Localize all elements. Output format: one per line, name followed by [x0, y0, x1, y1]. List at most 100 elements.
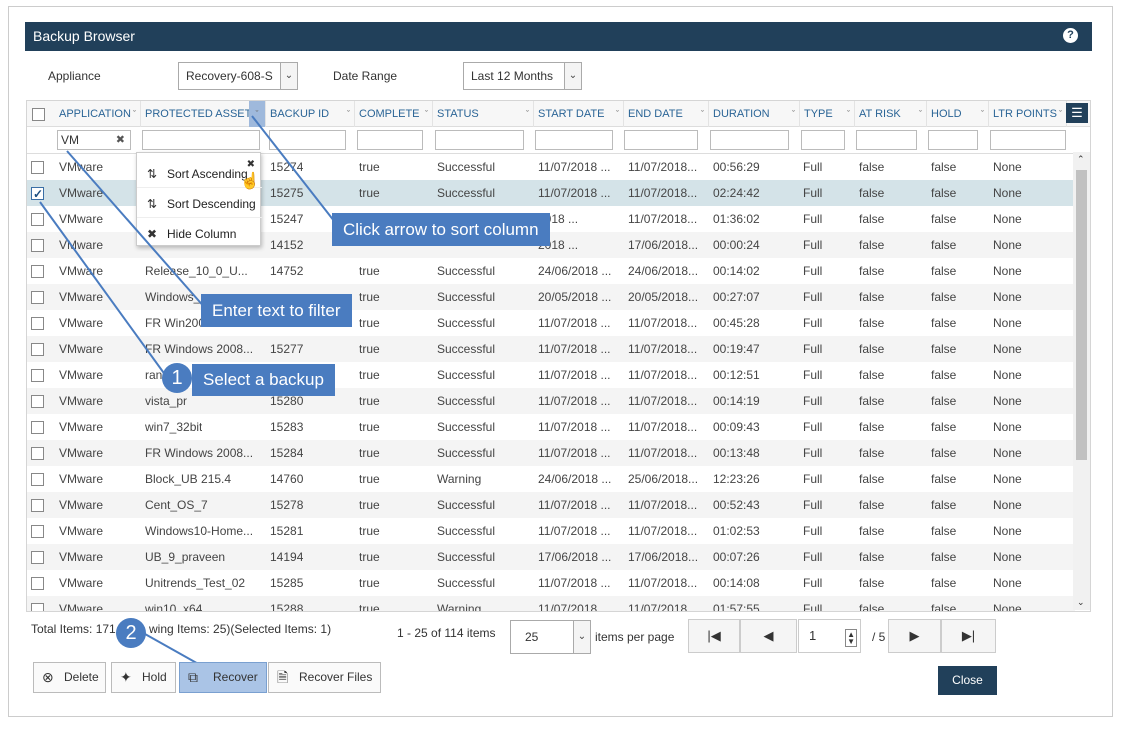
row-checkbox[interactable] [31, 603, 44, 611]
hold-button[interactable]: ✦ Hold [111, 662, 176, 693]
page-size-select[interactable]: 25 ⌄ [510, 620, 591, 654]
end-date-filter-input[interactable] [624, 130, 698, 150]
sort-descending-item[interactable]: ⇅ Sort Descending [137, 190, 262, 218]
chevron-down-icon[interactable]: ˇ [249, 101, 265, 127]
table-row[interactable]: VMware Release_10_0_U... 14752 true Successf… [27, 258, 1075, 284]
table-row[interactable]: VMware win10_x64 15288 true Warning 11/07/201… [27, 596, 1075, 612]
recover-button[interactable]: ⧉ Recover [179, 662, 267, 693]
stepper-icon[interactable]: ▲ ▼ [845, 629, 857, 647]
cell-end: 11/07/2018... [628, 394, 698, 408]
cell-app: VMware [59, 264, 104, 278]
clear-icon[interactable]: ✖ [116, 131, 125, 149]
next-page-button[interactable]: ▶ [888, 619, 941, 653]
delete-button[interactable]: ⊗ Delete [33, 662, 106, 693]
table-row[interactable]: VMware UB_9_praveen 14194 true Successful 17/… [27, 544, 1075, 570]
column-header-type[interactable]: TYPE ˇ [800, 101, 855, 127]
recover-files-button[interactable]: 🗎 Recover Files [268, 662, 381, 693]
at-risk-filter-input[interactable] [856, 130, 917, 150]
row-checkbox[interactable] [31, 551, 44, 564]
chevron-down-icon[interactable]: ˇ [425, 101, 428, 127]
complete-filter-input[interactable] [357, 130, 423, 150]
application-filter-input[interactable]: VM ✖ [57, 130, 131, 150]
scrollbar-thumb[interactable] [1076, 170, 1087, 460]
column-header-start-date[interactable]: START DATE ˇ [534, 101, 624, 127]
hide-column-item[interactable]: ✖ Hide Column [137, 220, 262, 248]
column-header-status[interactable]: STATUS ˇ [433, 101, 534, 127]
recover-files-label: Recover Files [299, 670, 373, 684]
row-checkbox[interactable] [31, 181, 44, 207]
cell-id: 15281 [270, 524, 304, 538]
scroll-up-icon[interactable]: ⌃ [1077, 154, 1085, 165]
cell-app: VMware [59, 602, 104, 612]
first-page-button[interactable]: |◀ [688, 619, 740, 653]
row-checkbox[interactable] [31, 343, 44, 356]
chevron-down-icon[interactable]: ˇ [1059, 101, 1062, 127]
cell-duration: 00:14:19 [713, 394, 760, 408]
column-menu-icon[interactable]: ☰ [1066, 103, 1088, 123]
chevron-down-icon[interactable]: ˇ [133, 101, 136, 127]
table-row[interactable]: VMware Unitrends_Test_02 15285 true Successf… [27, 570, 1075, 596]
protected-asset-filter-input[interactable] [142, 130, 260, 150]
close-button[interactable]: Close [938, 666, 997, 695]
date-range-select[interactable]: Last 12 Months ⌄ [463, 62, 582, 90]
row-checkbox[interactable] [31, 265, 44, 278]
column-header-ltr-points[interactable]: LTR POINTS ˇ [989, 101, 1067, 127]
type-filter-input[interactable] [801, 130, 845, 150]
column-header-backup-id[interactable]: BACKUP ID ˇ [266, 101, 355, 127]
column-header-protected-asset[interactable]: PROTECTED ASSET ˇ [141, 101, 266, 127]
status-filter-input[interactable] [435, 130, 524, 150]
row-checkbox[interactable] [31, 473, 44, 486]
appliance-select[interactable]: Recovery-608-S ⌄ [178, 62, 298, 90]
vertical-scrollbar[interactable]: ⌃ ⌄ [1073, 152, 1090, 610]
hold-filter-input[interactable] [928, 130, 978, 150]
column-header-at-risk[interactable]: AT RISK ˇ [855, 101, 927, 127]
duration-filter-input[interactable] [710, 130, 789, 150]
table-row[interactable]: VMware Block_UB 215.4 14760 true Warning 24/0… [27, 466, 1075, 492]
table-row[interactable]: VMware FR Windows 2008... 15277 true Success… [27, 336, 1075, 362]
chevron-down-icon[interactable]: ˇ [347, 101, 350, 127]
chevron-down-icon[interactable]: ˇ [526, 101, 529, 127]
column-header-application[interactable]: APPLICATION ˇ [55, 101, 141, 127]
row-checkbox[interactable] [31, 499, 44, 512]
cell-duration: 01:57:55 [713, 602, 760, 612]
table-row[interactable]: VMware vista_pr 15280 true Successful 11/07/2… [27, 388, 1075, 414]
page-number-input[interactable]: 1 ▲ ▼ [798, 619, 861, 653]
scroll-down-icon[interactable]: ⌄ [1077, 597, 1085, 608]
column-header-duration[interactable]: DURATION ˇ [709, 101, 800, 127]
row-checkbox[interactable] [31, 395, 44, 408]
chevron-down-icon[interactable]: ˇ [981, 101, 984, 127]
start-date-filter-input[interactable] [535, 130, 613, 150]
chevron-down-icon[interactable]: ˇ [616, 101, 619, 127]
cell-ltr: None [993, 238, 1022, 252]
row-checkbox[interactable] [31, 447, 44, 460]
chevron-down-icon[interactable]: ˇ [701, 101, 704, 127]
row-checkbox[interactable] [31, 161, 44, 174]
table-row[interactable]: VMware Cent_OS_7 15278 true Successful 11/07/… [27, 492, 1075, 518]
row-checkbox[interactable] [31, 239, 44, 252]
question-circle-icon[interactable]: ? [1063, 28, 1078, 43]
table-row[interactable]: VMware FR Win200 true Successful 11/07/2018 … [27, 310, 1075, 336]
cell-end: 11/07/2018... [628, 342, 698, 356]
row-checkbox[interactable] [31, 525, 44, 538]
row-checkbox[interactable] [31, 577, 44, 590]
row-checkbox[interactable] [31, 421, 44, 434]
chevron-down-icon[interactable]: ˇ [847, 101, 850, 127]
chevron-down-icon[interactable]: ˇ [919, 101, 922, 127]
table-row[interactable]: VMware Windows10-Home... 15281 true Successf… [27, 518, 1075, 544]
row-checkbox[interactable] [31, 369, 44, 382]
row-checkbox[interactable] [31, 317, 44, 330]
table-row[interactable]: VMware Windows_ true Successful 20/05/2018 .… [27, 284, 1075, 310]
last-page-button[interactable]: ▶| [941, 619, 996, 653]
column-header-complete[interactable]: COMPLETE ˇ [355, 101, 433, 127]
column-header-hold[interactable]: HOLD ˇ [927, 101, 989, 127]
row-checkbox[interactable] [31, 213, 44, 226]
chevron-down-icon[interactable]: ˇ [792, 101, 795, 127]
table-row[interactable]: VMware FR Windows 2008... 15284 true Success… [27, 440, 1075, 466]
table-row[interactable]: VMware win7_32bit 15283 true Successful 11/07… [27, 414, 1075, 440]
backup-id-filter-input[interactable] [269, 130, 346, 150]
select-all-checkbox[interactable] [32, 108, 45, 121]
row-checkbox[interactable] [31, 291, 44, 304]
column-header-end-date[interactable]: END DATE ˇ [624, 101, 709, 127]
previous-page-button[interactable]: ◀ [740, 619, 797, 653]
ltr-points-filter-input[interactable] [990, 130, 1066, 150]
